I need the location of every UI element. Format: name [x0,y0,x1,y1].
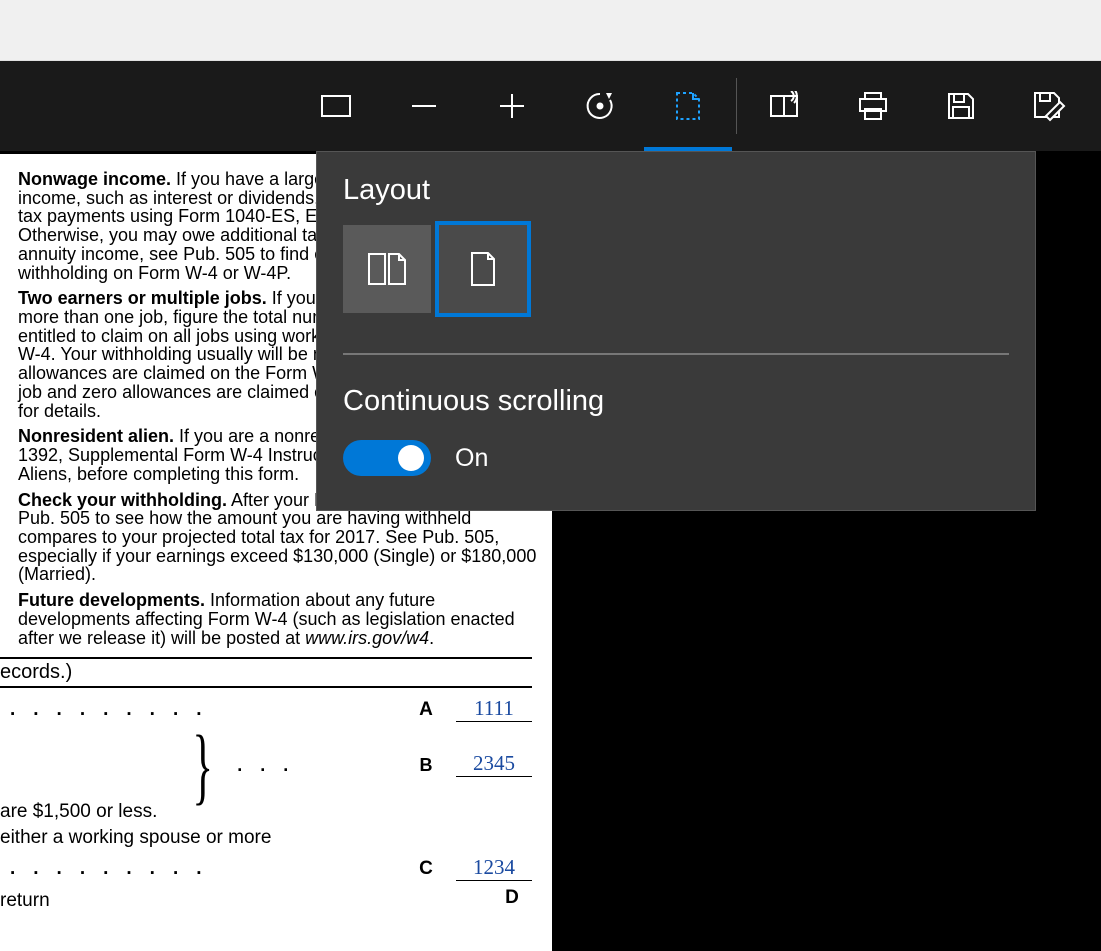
save-as-button[interactable] [1005,61,1093,151]
popup-divider [343,353,1009,355]
worksheet-row-d: return D [0,885,532,911]
read-aloud-button[interactable] [741,61,829,151]
layout-button[interactable] [644,61,732,151]
pdf-toolbar [0,61,1101,151]
print-icon [857,91,889,121]
rotate-button[interactable] [556,61,644,151]
save-button[interactable] [917,61,1005,151]
row-value-c[interactable]: 1234 [456,857,532,881]
worksheet-text-spouse: either a working spouse or more [0,828,542,848]
layout-icon [673,89,703,123]
zoom-in-icon [496,90,528,122]
layout-popup-title: Layout [343,174,1009,207]
row-value-a[interactable]: 1111 [456,698,532,722]
row-label-d: D [492,888,532,908]
worksheet-text-less: are $1,500 or less. [0,802,542,822]
leader-dots: ... [227,756,306,775]
save-as-icon [1032,90,1066,122]
two-page-layout-icon [367,252,407,286]
worksheet-text-return: return [0,891,50,911]
continuous-scrolling-state: On [455,444,488,473]
row-value-b[interactable]: 2345 [456,753,532,777]
fit-width-icon [320,94,352,118]
fit-width-button[interactable] [292,61,380,151]
layout-option-single-page[interactable] [439,225,527,313]
window-titlebar-area [0,0,1101,61]
save-icon [946,91,976,121]
zoom-in-button[interactable] [468,61,556,151]
layout-popup: Layout Continuous scrolling [316,151,1036,511]
leader-dots: ......... [0,859,220,879]
layout-options [343,225,1009,313]
continuous-scrolling-toggle[interactable] [343,440,431,476]
zoom-out-button[interactable] [380,61,468,151]
leader-dots: ......... [0,700,220,720]
continuous-scrolling-title: Continuous scrolling [343,385,1009,418]
pdf-viewer: Nonwage income. If you have a large amou… [0,61,1101,951]
layout-option-two-page[interactable] [343,225,431,313]
rotate-icon [584,90,616,122]
toggle-knob [398,445,424,471]
continuous-scrolling-row: On [343,440,1009,476]
toolbar-inner [292,61,1093,151]
zoom-out-icon [408,90,440,122]
worksheet-row-c: ......... C 1234 [0,857,532,881]
row-label-c: C [406,859,446,879]
paragraph-future-developments: Future developments. Information about a… [18,591,542,647]
worksheet-row-b: } ... B 2345 [0,734,532,796]
print-button[interactable] [829,61,917,151]
row-label-b: B [406,756,446,775]
curly-brace-icon: } [192,734,213,796]
toolbar-divider [736,78,737,134]
worksheet-row-a: ......... A 1111 [0,698,532,722]
single-page-layout-icon [468,251,498,287]
worksheet-header: ecords.) [0,657,532,688]
row-label-a: A [406,700,446,720]
read-aloud-icon [768,91,802,121]
